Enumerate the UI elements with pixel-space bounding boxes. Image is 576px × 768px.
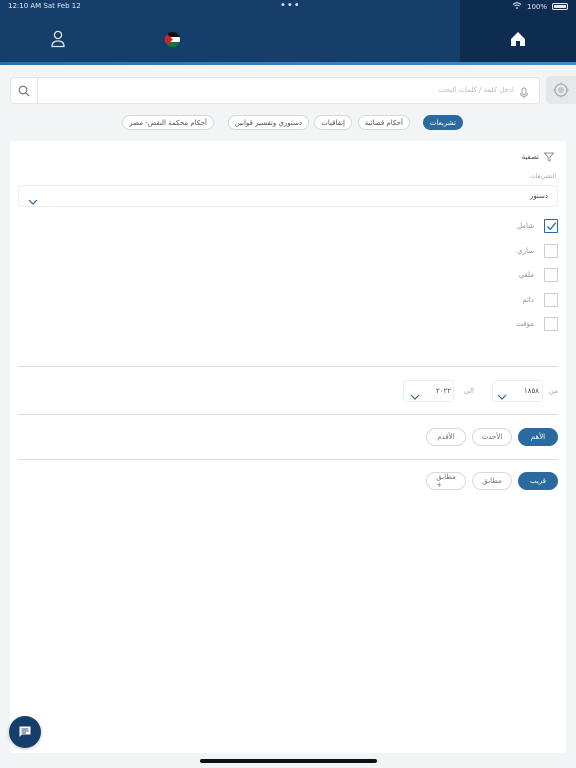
user-icon[interactable] <box>50 30 66 48</box>
battery-icon <box>552 3 568 10</box>
home-indicator <box>200 759 377 763</box>
status-option-label: مؤقت <box>516 320 534 328</box>
chevron-down-icon <box>410 386 420 400</box>
chevron-down-icon <box>497 386 507 400</box>
chat-icon <box>19 726 31 737</box>
target-button[interactable] <box>546 76 576 104</box>
checkbox[interactable] <box>544 268 558 282</box>
match-exact-plus[interactable]: مطابق + <box>426 472 466 490</box>
sort-newest[interactable]: الأحدث <box>472 428 512 446</box>
legislation-type-value: دستور <box>529 192 548 200</box>
filter-icon <box>544 152 554 162</box>
category-chip-legislation[interactable]: تشريعات <box>422 115 463 130</box>
range-from-label: من <box>548 387 558 395</box>
filter-header[interactable]: تصفية <box>522 152 554 162</box>
category-chip-judgments[interactable]: أحكام قضائية <box>357 115 410 130</box>
category-chip-cassation-egypt[interactable]: أحكام محكمة النقض- مصر <box>122 115 214 130</box>
multitasking-dots[interactable]: ••• <box>280 0 301 11</box>
divider <box>18 414 558 415</box>
status-option-label: ساري <box>517 247 534 255</box>
status-option-label: دائم <box>522 296 534 304</box>
legislation-label: التشريعات <box>529 173 556 180</box>
search-icon <box>18 85 29 96</box>
battery-percent: 100% <box>526 2 547 11</box>
checkbox[interactable] <box>544 317 558 331</box>
jordan-flag-icon[interactable] <box>165 32 180 47</box>
range-to-value: ٢٠٢٢ <box>436 387 452 395</box>
chevron-down-icon <box>28 191 38 205</box>
status-time-date: 12:10 AM Sat Feb 12 <box>8 2 81 10</box>
status-option-temporary[interactable]: مؤقت <box>0 317 576 331</box>
category-chip-agreements[interactable]: إتفاقيات <box>314 115 352 130</box>
status-option-repealed[interactable]: ملغي <box>0 268 576 282</box>
status-right: 100% <box>512 2 568 11</box>
range-from-value: ١٨٥٨ <box>524 387 540 395</box>
wifi-icon <box>512 2 522 11</box>
header-stripe <box>0 62 576 65</box>
status-option-permanent[interactable]: دائم <box>0 293 576 307</box>
mic-icon[interactable] <box>518 84 530 99</box>
match-near[interactable]: قريب <box>518 472 558 490</box>
range-to-label: الى <box>464 387 474 395</box>
checkbox[interactable] <box>544 293 558 307</box>
status-option-label: ملغي <box>518 271 534 279</box>
chat-button[interactable] <box>9 716 41 748</box>
status-option-comprehensive[interactable]: شامل <box>0 219 576 233</box>
legislation-type-select[interactable] <box>18 185 558 207</box>
filter-title: تصفية <box>521 153 539 161</box>
divider <box>18 366 558 367</box>
checkbox[interactable] <box>544 244 558 258</box>
target-icon <box>553 82 569 98</box>
status-option-in-force[interactable]: ساري <box>0 244 576 258</box>
search-input[interactable] <box>48 83 514 97</box>
checkbox-checked[interactable] <box>544 219 558 233</box>
category-chip-constitutional[interactable]: دستوري وتفسير قوانين <box>227 115 309 130</box>
check-icon <box>547 222 557 231</box>
sort-oldest[interactable]: الأقدم <box>426 428 466 446</box>
status-option-label: شامل <box>516 222 534 230</box>
sort-most-important[interactable]: الأهم <box>518 428 558 446</box>
search-button[interactable] <box>10 77 38 104</box>
match-exact[interactable]: مطابق <box>472 472 512 490</box>
home-icon[interactable] <box>509 30 527 48</box>
divider <box>18 459 558 460</box>
